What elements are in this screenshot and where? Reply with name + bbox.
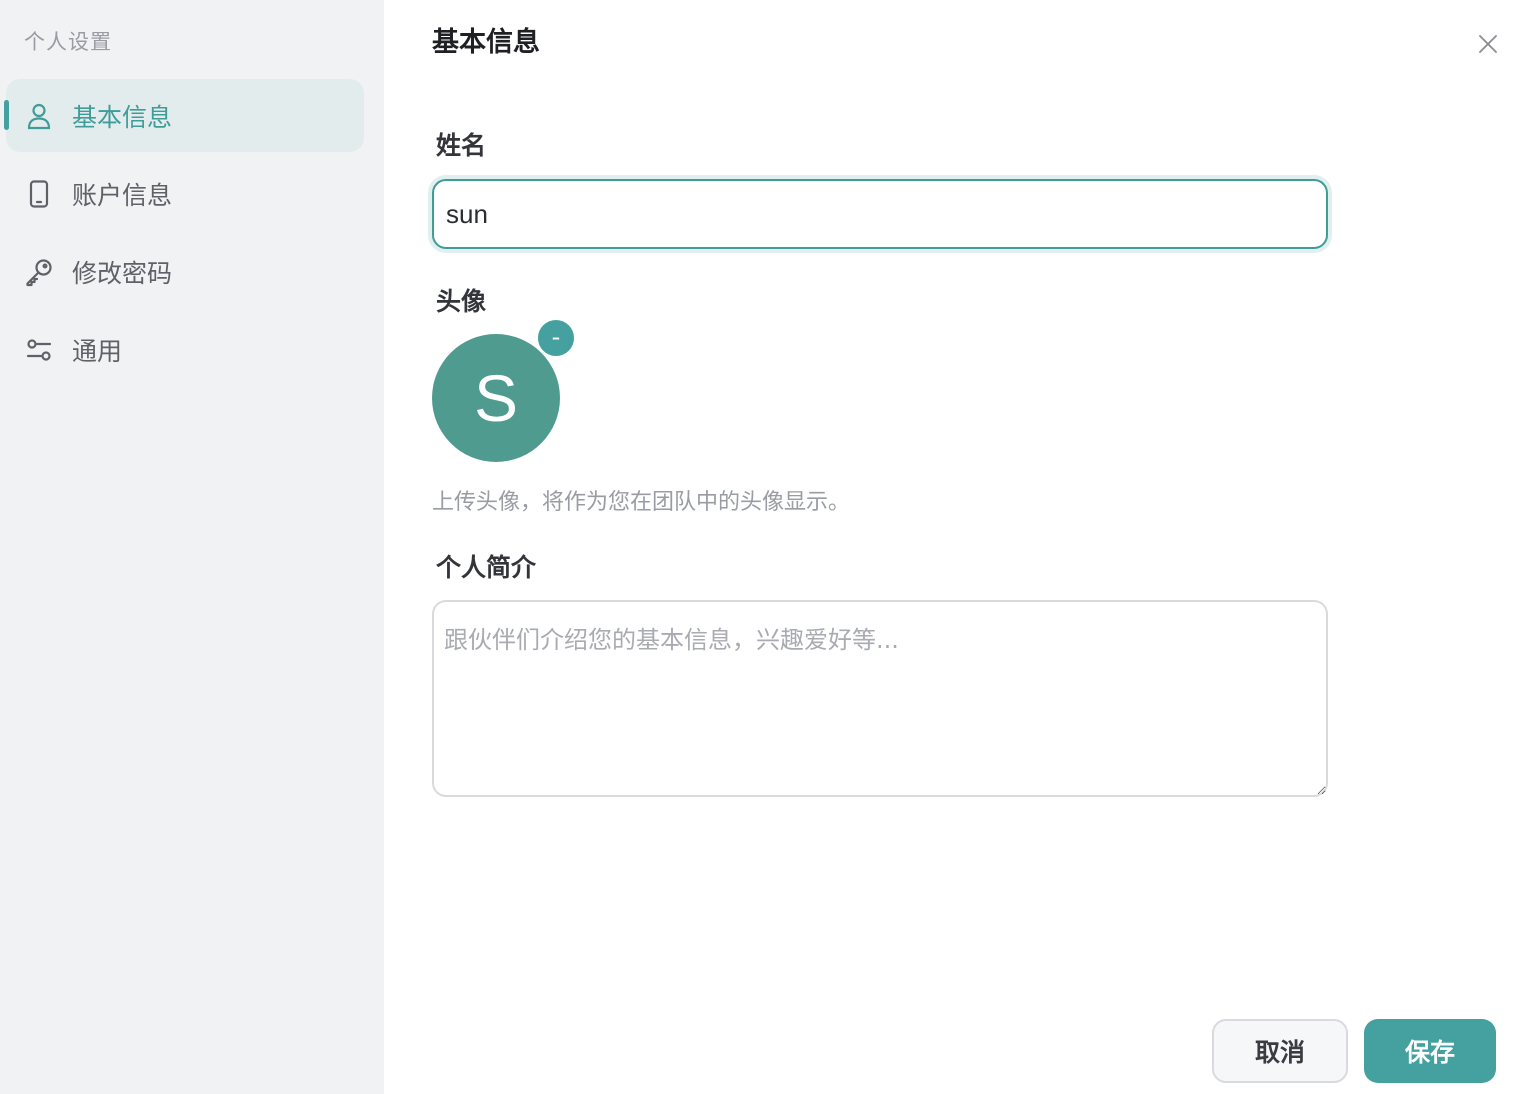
sidebar-item-label: 账户信息 xyxy=(72,180,173,210)
page-title: 基本信息 xyxy=(432,27,540,58)
bio-label: 个人简介 xyxy=(436,553,537,582)
settings-window: 个人设置 基本信息 账户信息 修改密码 通用 基本信息 姓名 sun 头像 S … xyxy=(0,0,1530,1094)
key-icon xyxy=(24,257,54,287)
name-label: 姓名 xyxy=(436,131,487,160)
close-icon[interactable] xyxy=(1476,32,1500,56)
sidebar-item-account-info[interactable]: 账户信息 xyxy=(6,157,364,230)
sidebar-item-label: 修改密码 xyxy=(72,258,173,288)
name-input[interactable] xyxy=(432,179,1328,249)
save-button[interactable]: 保存 xyxy=(1364,1019,1496,1083)
user-icon xyxy=(24,101,54,131)
sidebar-title: 个人设置 xyxy=(24,30,112,54)
sidebar: 个人设置 基本信息 账户信息 修改密码 通用 xyxy=(0,0,384,1094)
main-panel: 基本信息 姓名 头像 S - 上传头像，将作为您在团队中的头像显示。 个人简介 … xyxy=(384,0,1530,1094)
bio-textarea[interactable] xyxy=(432,600,1328,797)
sidebar-nav: 基本信息 账户信息 修改密码 通用 xyxy=(4,79,364,391)
sidebar-item-label: 通用 xyxy=(72,336,123,366)
avatar-hint: 上传头像，将作为您在团队中的头像显示。 xyxy=(432,490,851,515)
sidebar-item-label: 基本信息 xyxy=(72,102,173,132)
avatar-label: 头像 xyxy=(436,287,487,316)
sliders-icon xyxy=(24,335,54,365)
avatar-upload: S - xyxy=(432,318,576,462)
sidebar-item-general[interactable]: 通用 xyxy=(6,313,364,386)
avatar[interactable]: S xyxy=(432,334,560,462)
cancel-button[interactable]: 取消 xyxy=(1212,1019,1348,1083)
sidebar-item-basic-info[interactable]: 基本信息 xyxy=(4,79,364,152)
sidebar-item-change-password[interactable]: 修改密码 xyxy=(6,235,364,308)
avatar-remove-button[interactable]: - xyxy=(536,318,576,358)
phone-icon xyxy=(24,179,54,209)
